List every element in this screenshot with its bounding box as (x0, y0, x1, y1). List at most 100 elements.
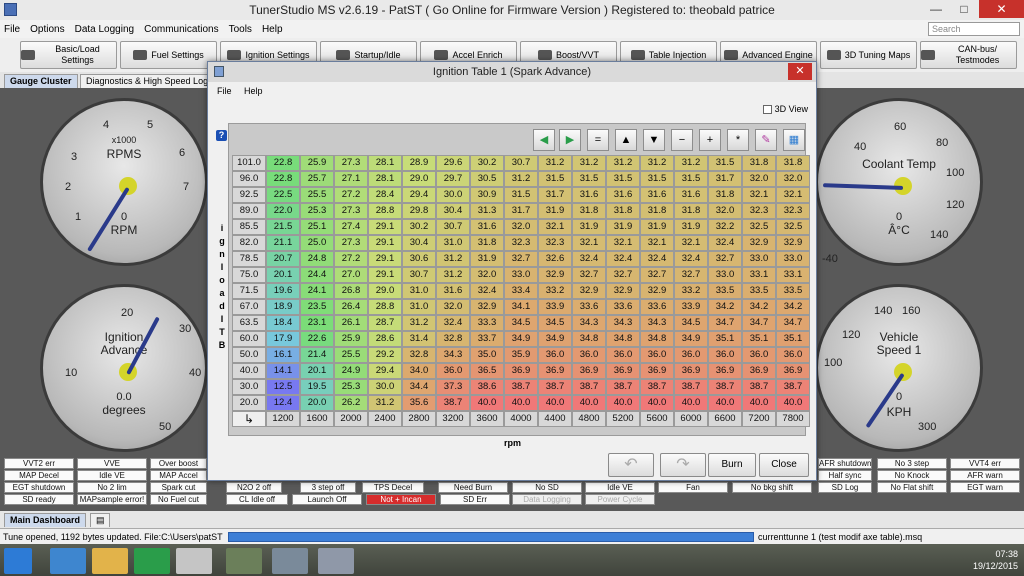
table-cell[interactable]: 30.0 (436, 187, 470, 203)
table-cell[interactable]: 29.1 (368, 235, 402, 251)
table-cell[interactable]: 20.0 (300, 395, 334, 411)
table-cell[interactable]: 32.6 (538, 251, 572, 267)
table-cell[interactable]: 29.1 (368, 267, 402, 283)
table-cell[interactable]: 29.8 (402, 203, 436, 219)
menu-help[interactable]: Help (262, 24, 283, 35)
table-cell[interactable]: 38.7 (776, 379, 810, 395)
y-axis-cell[interactable]: 71.5 (232, 283, 266, 299)
x-axis-cell[interactable]: 2000 (334, 411, 368, 427)
y-axis-cell[interactable]: 96.0 (232, 171, 266, 187)
tool-next-button[interactable]: ▶ (559, 129, 581, 151)
table-cell[interactable]: 40.0 (640, 395, 674, 411)
y-axis-cell[interactable]: 67.0 (232, 299, 266, 315)
table-cell[interactable]: 32.4 (470, 283, 504, 299)
table-cell[interactable]: 32.9 (538, 267, 572, 283)
table-cell[interactable]: 34.8 (640, 331, 674, 347)
close-button[interactable]: ✕ (979, 0, 1024, 18)
table-cell[interactable]: 32.9 (470, 299, 504, 315)
table-cell[interactable]: 31.8 (776, 155, 810, 171)
table-cell[interactable]: 32.4 (436, 315, 470, 331)
table-cell[interactable]: 35.1 (776, 331, 810, 347)
table-cell[interactable]: 33.0 (708, 267, 742, 283)
table-cell[interactable]: 38.7 (436, 395, 470, 411)
x-axis-cell[interactable]: 7800 (776, 411, 810, 427)
table-cell[interactable]: 34.2 (776, 299, 810, 315)
table-cell[interactable]: 19.6 (266, 283, 300, 299)
table-cell[interactable]: 29.2 (368, 347, 402, 363)
table-cell[interactable]: 33.5 (742, 283, 776, 299)
table-cell[interactable]: 38.7 (606, 379, 640, 395)
y-axis-cell[interactable]: 40.0 (232, 363, 266, 379)
table-cell[interactable]: 31.8 (606, 203, 640, 219)
table-cell[interactable]: 31.5 (640, 171, 674, 187)
table-cell[interactable]: 31.7 (504, 203, 538, 219)
window-icon[interactable] (318, 548, 354, 574)
table-cell[interactable]: 34.7 (708, 315, 742, 331)
x-axis-cell[interactable]: 2400 (368, 411, 402, 427)
table-cell[interactable]: 31.0 (436, 235, 470, 251)
table-cell[interactable]: 38.7 (742, 379, 776, 395)
table-cell[interactable]: 36.0 (776, 347, 810, 363)
table-cell[interactable]: 32.0 (504, 219, 538, 235)
minimize-button[interactable]: — (922, 0, 950, 18)
table-cell[interactable]: 30.7 (402, 267, 436, 283)
table-cell[interactable]: 30.9 (470, 187, 504, 203)
table-cell[interactable]: 32.9 (572, 283, 606, 299)
table-cell[interactable]: 31.9 (606, 219, 640, 235)
y-axis-cell[interactable]: 30.0 (232, 379, 266, 395)
table-cell[interactable]: 19.5 (300, 379, 334, 395)
table-cell[interactable]: 21.5 (266, 219, 300, 235)
table-cell[interactable]: 32.0 (708, 203, 742, 219)
table-cell[interactable]: 28.1 (368, 155, 402, 171)
table-cell[interactable]: 12.5 (266, 379, 300, 395)
table-cell[interactable]: 34.2 (742, 299, 776, 315)
table-cell[interactable]: 32.0 (436, 299, 470, 315)
dialog-close-icon[interactable]: ✕ (788, 63, 812, 80)
table-cell[interactable]: 31.2 (640, 155, 674, 171)
folder-icon[interactable] (92, 548, 128, 574)
table-cell[interactable]: 32.1 (674, 235, 708, 251)
table-cell[interactable]: 32.9 (742, 235, 776, 251)
table-cell[interactable]: 32.1 (572, 235, 606, 251)
table-cell[interactable]: 27.3 (334, 155, 368, 171)
table-cell[interactable]: 31.0 (402, 299, 436, 315)
table-cell[interactable]: 36.5 (470, 363, 504, 379)
table-cell[interactable]: 25.3 (300, 203, 334, 219)
search-input[interactable]: Search (928, 22, 1020, 36)
table-cell[interactable]: 34.0 (402, 363, 436, 379)
table-cell[interactable]: 33.2 (538, 283, 572, 299)
table-cell[interactable]: 31.5 (606, 171, 640, 187)
table-cell[interactable]: 34.5 (674, 315, 708, 331)
x-axis-cell[interactable]: 6000 (674, 411, 708, 427)
table-cell[interactable]: 34.3 (436, 347, 470, 363)
table-cell[interactable]: 24.4 (300, 267, 334, 283)
table-cell[interactable]: 31.8 (674, 203, 708, 219)
x-axis-cell[interactable]: 5600 (640, 411, 674, 427)
table-cell[interactable]: 32.7 (640, 267, 674, 283)
table-cell[interactable]: 26.2 (334, 395, 368, 411)
table-cell[interactable]: 30.4 (436, 203, 470, 219)
table-cell[interactable]: 34.7 (742, 315, 776, 331)
table-cell[interactable]: 31.6 (606, 187, 640, 203)
table-cell[interactable]: 28.8 (368, 299, 402, 315)
table-cell[interactable]: 33.6 (572, 299, 606, 315)
table-cell[interactable]: 34.8 (572, 331, 606, 347)
table-cell[interactable]: 34.7 (776, 315, 810, 331)
ie-icon[interactable] (50, 548, 86, 574)
app-icon[interactable] (226, 548, 262, 574)
table-cell[interactable]: 34.1 (504, 299, 538, 315)
menu-tools[interactable]: Tools (229, 24, 252, 35)
y-axis-cell[interactable]: 101.0 (232, 155, 266, 171)
table-cell[interactable]: 32.8 (436, 331, 470, 347)
table-cell[interactable]: 34.9 (504, 331, 538, 347)
maximize-button[interactable]: □ (950, 0, 978, 18)
table-cell[interactable]: 26.1 (334, 315, 368, 331)
table-cell[interactable]: 31.5 (572, 171, 606, 187)
table-cell[interactable]: 20.7 (266, 251, 300, 267)
dialog-menu-file[interactable]: File (217, 86, 232, 96)
table-cell[interactable]: 31.4 (402, 331, 436, 347)
table-cell[interactable]: 33.4 (504, 283, 538, 299)
table-cell[interactable]: 32.7 (504, 251, 538, 267)
table-cell[interactable]: 12.4 (266, 395, 300, 411)
table-cell[interactable]: 32.4 (572, 251, 606, 267)
